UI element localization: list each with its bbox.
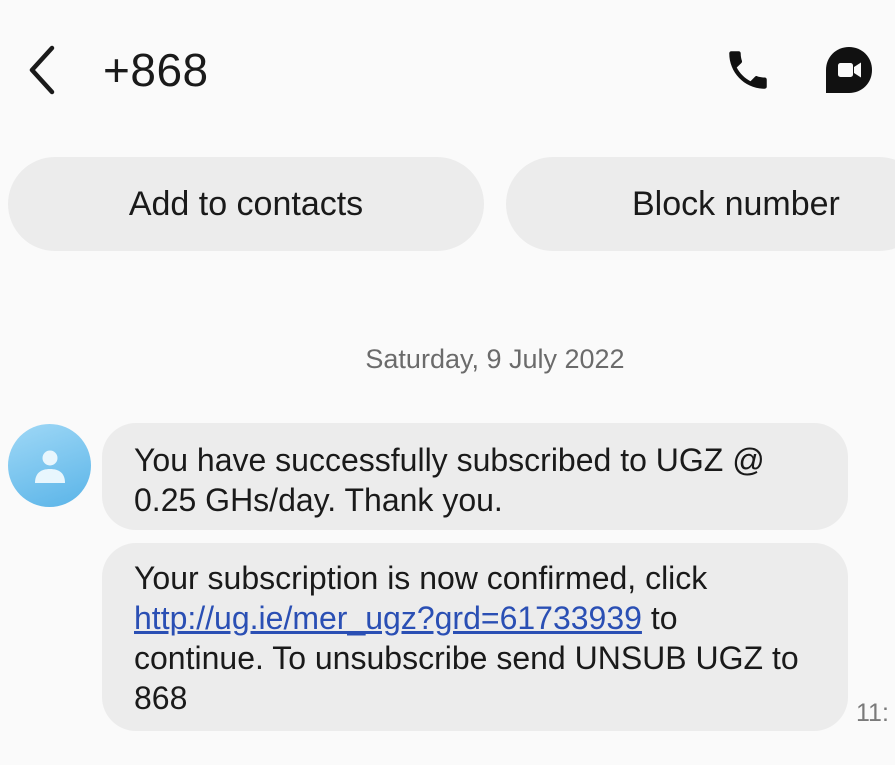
back-button[interactable] — [20, 40, 64, 100]
conversation-header: +868 — [0, 0, 895, 140]
message-bubble[interactable]: Your subscription is now confirmed, clic… — [102, 543, 848, 731]
add-to-contacts-button[interactable]: Add to contacts — [8, 157, 484, 251]
voice-call-button[interactable] — [718, 40, 778, 100]
chevron-left-icon — [29, 45, 55, 95]
message-timestamp: 11: — [856, 699, 889, 727]
block-number-button[interactable]: Block number — [506, 157, 895, 251]
video-call-icon — [826, 47, 872, 93]
phone-icon — [729, 51, 767, 89]
message-text: You have successfully subscribed to UGZ … — [134, 442, 765, 518]
conversation-screen: +868 Add to contacts Block number Saturd… — [0, 0, 895, 765]
avatar[interactable] — [8, 424, 91, 507]
message-text: Your subscription is now confirmed, clic… — [134, 560, 708, 596]
contact-title: +868 — [103, 44, 209, 96]
date-separator: Saturday, 9 July 2022 — [365, 344, 625, 374]
person-icon — [34, 450, 65, 483]
message-link[interactable]: http://ug.ie/mer_ugz?grd=61733939 — [134, 600, 642, 636]
video-call-button[interactable] — [818, 40, 880, 100]
message-bubble[interactable]: You have successfully subscribed to UGZ … — [102, 423, 848, 530]
